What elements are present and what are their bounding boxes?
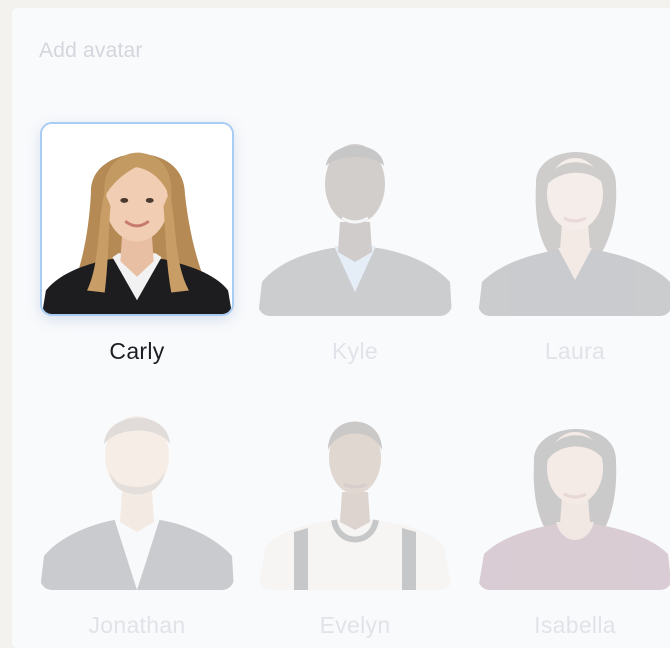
avatar-photo-kyle-icon [258, 144, 452, 316]
avatar-name-evelyn: Evelyn [319, 612, 391, 638]
avatar-option-isabella[interactable]: Isabella [478, 396, 670, 639]
avatar-card[interactable] [40, 396, 234, 590]
avatar-photo-laura-icon [478, 152, 670, 316]
avatar-option-evelyn[interactable]: Evelyn [258, 396, 452, 639]
avatar-card[interactable] [478, 396, 670, 590]
avatar-option-laura[interactable]: Laura [478, 122, 670, 365]
avatar-name-laura: Laura [544, 338, 606, 364]
avatar-card[interactable] [478, 122, 670, 316]
avatar-name-kyle: Kyle [332, 338, 378, 364]
avatar-name-jonathan: Jonathan [88, 612, 186, 638]
avatar-picker-panel: Add avatar Carly Kyle Laura Jonathan Eve… [12, 8, 670, 648]
avatar-card[interactable] [258, 122, 452, 316]
avatar-option-kyle[interactable]: Kyle [258, 122, 452, 365]
avatar-option-jonathan[interactable]: Jonathan [40, 396, 234, 639]
avatar-photo-isabella-icon [478, 428, 670, 590]
avatar-name-carly: Carly [109, 338, 165, 364]
avatar-photo-carly-icon [42, 124, 232, 314]
panel-title: Add avatar [39, 39, 143, 62]
avatar-photo-jonathan-icon [40, 416, 234, 590]
avatar-card[interactable] [258, 396, 452, 590]
avatar-option-carly[interactable]: Carly [40, 122, 234, 365]
avatar-photo-evelyn-icon [258, 421, 452, 590]
avatar-card[interactable] [40, 122, 234, 316]
avatar-name-isabella: Isabella [534, 612, 616, 638]
